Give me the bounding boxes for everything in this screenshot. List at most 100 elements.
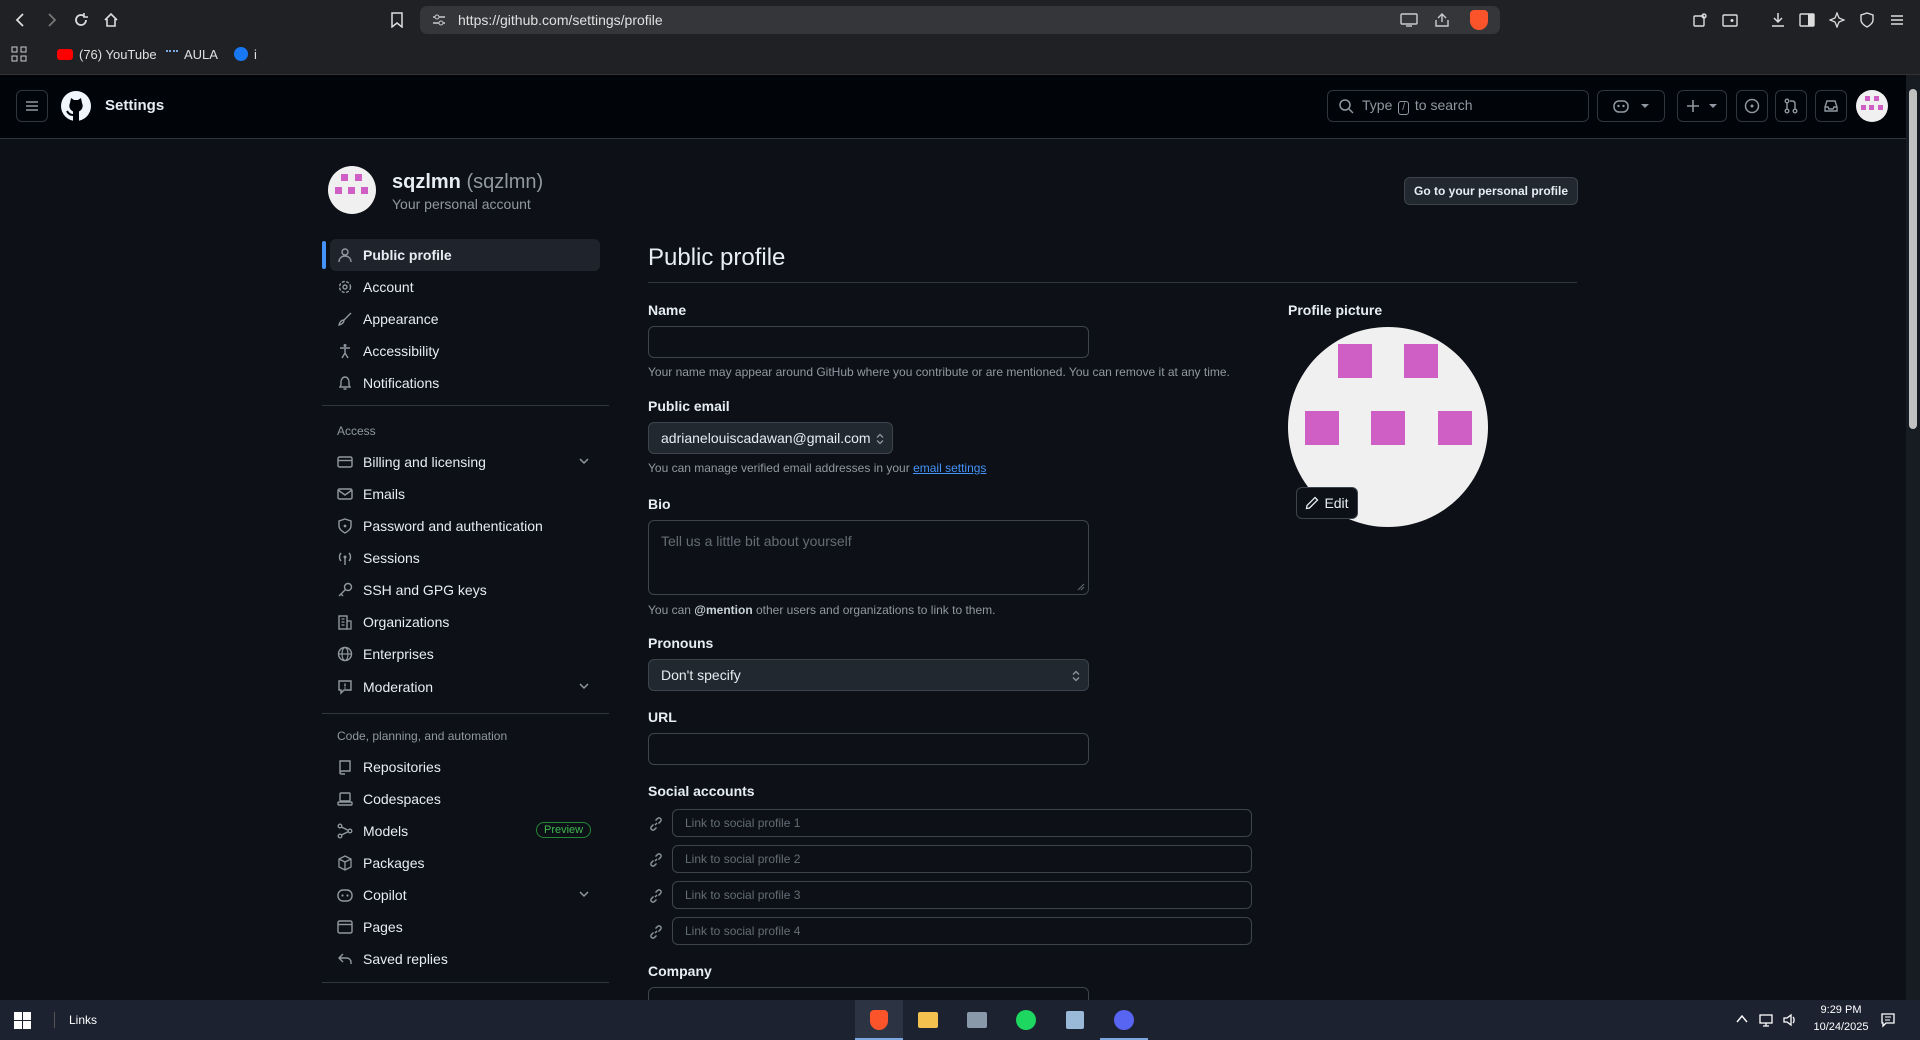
address-bar[interactable]: https://github.com/settings/profile [420,6,1500,34]
taskbar-spotify[interactable] [1002,1000,1050,1040]
social-link-input[interactable]: Link to social profile 3 [672,881,1252,909]
back-icon[interactable] [8,7,34,33]
clock-time[interactable]: 9:29 PM [1811,1004,1871,1016]
social-link-input[interactable]: Link to social profile 2 [672,845,1252,873]
copilot-button[interactable] [1597,90,1665,122]
bookmark-youtube[interactable]: (76) YouTube [57,44,157,64]
sidebar-item-account[interactable]: Account [330,271,600,303]
sidebar-divider [322,405,609,406]
wallet-icon[interactable] [1717,7,1743,33]
extensions-icon[interactable] [1687,7,1713,33]
taskbar-discord[interactable] [1100,1000,1148,1040]
taskbar-app[interactable] [1051,1000,1099,1040]
sidebar-item-sessions[interactable]: Sessions [330,542,600,574]
page-scrollbar[interactable] [1906,75,1920,1000]
reload-icon[interactable] [68,7,94,33]
sidebar-item-notifications[interactable]: Notifications [330,367,600,399]
windows-start-icon[interactable] [14,1012,31,1029]
messenger-icon [234,47,248,61]
link-icon [650,817,662,831]
chevron-down-icon [579,683,589,690]
github-logo-icon[interactable] [60,90,92,122]
inbox-button[interactable] [1815,90,1847,122]
taskbar-app[interactable] [953,1000,1001,1040]
sidebar-item-appearance[interactable]: Appearance [330,303,600,335]
company-input[interactable] [648,987,1089,1000]
bio-textarea[interactable]: Tell us a little bit about yourself [648,520,1089,595]
sidebar-item-pages[interactable]: Pages [330,911,600,943]
sidebar-toggle-icon[interactable] [1794,7,1820,33]
sidebar-item-billing[interactable]: Billing and licensing [330,446,600,478]
social-link-input[interactable]: Link to social profile 4 [672,917,1252,945]
email-settings-link[interactable]: email settings [913,461,986,475]
hamburger-menu-button[interactable] [16,90,48,122]
spotify-icon [1016,1010,1036,1030]
sidebar-item-models[interactable]: Models Preview [330,815,600,847]
notifications-icon[interactable] [1880,1012,1896,1028]
sidebar-item-copilot[interactable]: Copilot [330,879,600,911]
bio-placeholder: Tell us a little bit about yourself [661,533,852,549]
company-label: Company [648,963,712,979]
volume-icon[interactable] [1782,1012,1798,1028]
brave-shields-icon[interactable] [1470,10,1488,30]
downloads-icon[interactable] [1765,7,1791,33]
sidebar-item-saved-replies[interactable]: Saved replies [330,943,600,975]
share-icon[interactable] [1434,12,1450,28]
social-link-input[interactable]: Link to social profile 1 [672,809,1252,837]
taskbar-links[interactable]: Links [69,1013,97,1027]
issues-button[interactable] [1736,90,1768,122]
network-icon[interactable] [1758,1012,1774,1028]
cast-icon[interactable] [1400,12,1418,28]
github-header: Settings Type / to search [0,75,1906,139]
sidebar-item-label: Copilot [363,887,407,903]
sidebar-item-repositories[interactable]: Repositories [330,751,600,783]
url-input[interactable] [648,733,1089,765]
home-icon[interactable] [98,7,124,33]
sidebar-item-label: Repositories [363,759,441,775]
avatar[interactable] [1856,90,1888,122]
name-input[interactable] [648,326,1089,358]
sidebar-item-enterprises[interactable]: Enterprises [330,638,600,670]
create-new-button[interactable] [1677,90,1727,122]
sidebar-item-organizations[interactable]: Organizations [330,606,600,638]
sidebar-item-packages[interactable]: Packages [330,847,600,879]
scrollbar-thumb[interactable] [1909,89,1917,429]
vpn-icon[interactable] [1854,7,1880,33]
gear-icon [337,279,353,295]
name-label: Name [648,302,687,318]
clock-date[interactable]: 10/24/2025 [1803,1021,1879,1033]
header-title[interactable]: Settings [105,97,164,114]
sidebar-item-emails[interactable]: Emails [330,478,600,510]
sidebar-item-codespaces[interactable]: Codespaces [330,783,600,815]
go-to-profile-button[interactable]: Go to your personal profile [1404,177,1578,205]
sidebar-item-public-profile[interactable]: Public profile [330,239,600,271]
site-settings-icon[interactable] [432,13,446,27]
email-select[interactable]: adrianelouiscadawan@gmail.com [648,422,893,454]
edit-picture-button[interactable]: Edit [1296,487,1358,519]
email-value: adrianelouiscadawan@gmail.com [661,430,871,446]
sidebar-item-password-auth[interactable]: Password and authentication [330,510,600,542]
search-input[interactable]: Type / to search [1327,90,1589,122]
account-username[interactable]: sqzlmn [392,171,461,193]
pull-requests-button[interactable] [1775,90,1807,122]
person-icon [337,247,353,263]
bookmark-icon[interactable] [384,7,410,33]
leo-ai-icon[interactable] [1824,7,1850,33]
bookmark-label: i [254,46,257,62]
menu-icon[interactable] [1884,7,1910,33]
bookmark-messenger[interactable]: i [234,44,257,64]
hamburger-icon [26,101,38,111]
title-divider [648,282,1577,283]
forward-icon[interactable] [38,7,64,33]
sidebar-item-accessibility[interactable]: Accessibility [330,335,600,367]
sidebar-item-ssh-gpg[interactable]: SSH and GPG keys [330,574,600,606]
sidebar-item-moderation[interactable]: Moderation [330,671,600,703]
bookmark-aula[interactable]: AULA [166,44,218,64]
apps-grid-icon[interactable] [11,46,27,62]
chevron-up-icon[interactable] [1736,1014,1748,1024]
reply-icon [337,951,353,967]
pronouns-select[interactable]: Don't specify [648,659,1089,691]
taskbar-brave[interactable] [855,1000,903,1040]
sidebar-item-label: Billing and licensing [363,454,486,470]
taskbar-explorer[interactable] [904,1000,952,1040]
